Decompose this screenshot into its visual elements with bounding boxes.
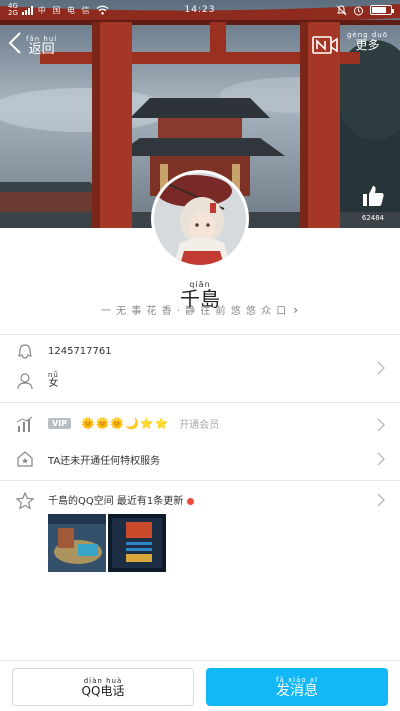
chevron-right-icon bbox=[377, 418, 385, 432]
divider bbox=[0, 334, 400, 335]
basic-info-row[interactable]: 1245717761 nǚ 女 bbox=[0, 338, 400, 400]
chevron-right-icon bbox=[377, 361, 385, 375]
person-icon bbox=[17, 373, 33, 390]
qq-penguin-icon bbox=[18, 344, 32, 359]
avatar[interactable] bbox=[151, 170, 249, 268]
gender: nǚ 女 bbox=[48, 372, 59, 389]
message-label: 发消息 bbox=[276, 682, 318, 699]
qq-number: 1245717761 bbox=[48, 346, 112, 357]
network-type-bottom: 2G bbox=[8, 9, 18, 17]
status-bar: 4G 2G 中 国 电 信 14:23 bbox=[0, 0, 400, 20]
media-card-icon bbox=[312, 36, 338, 54]
level-icons: 🌞🌞🌞🌙⭐⭐ bbox=[81, 417, 170, 430]
like-button[interactable]: 62484 bbox=[360, 184, 386, 222]
gender-text: 女 bbox=[48, 378, 59, 389]
network-indicator: 4G 2G bbox=[8, 3, 18, 17]
qzone-photo-thumbnail[interactable] bbox=[108, 514, 166, 572]
avatar-image bbox=[154, 173, 246, 265]
level-chart-icon bbox=[16, 416, 33, 432]
vip-info: VIP 🌞🌞🌞🌙⭐⭐ 开通会员 bbox=[48, 416, 219, 431]
top-navigation: fǎn huí 返回 gèng duō 更多 bbox=[0, 28, 400, 64]
privilege-row[interactable]: TA还未开通任何特权服务 bbox=[0, 444, 400, 474]
signature-text: 一 无 事 花 香 · 静 往 前 悠 悠 众 口 bbox=[100, 306, 288, 317]
divider bbox=[0, 480, 400, 481]
bottom-action-bar: diàn huà QQ电话 fā xiāo xī 发消息 bbox=[0, 660, 400, 711]
vip-level-row[interactable]: VIP 🌞🌞🌞🌙⭐⭐ 开通会员 bbox=[0, 410, 400, 440]
clock: 14:23 bbox=[184, 5, 216, 15]
like-count: 62484 bbox=[361, 214, 385, 222]
carrier-name: 中 国 电 信 bbox=[37, 5, 92, 15]
more-button[interactable]: gèng duō 更多 bbox=[347, 32, 388, 52]
signal-icon bbox=[21, 5, 33, 15]
battery-icon bbox=[370, 5, 394, 15]
vip-note: 开通会员 bbox=[179, 420, 220, 431]
privilege-text: TA还未开通任何特权服务 bbox=[48, 456, 161, 467]
back-label: 返回 bbox=[28, 42, 55, 57]
call-label: QQ电话 bbox=[81, 683, 125, 698]
star-icon bbox=[16, 492, 34, 510]
chevron-right-icon: › bbox=[293, 303, 300, 317]
qzone-title-text: 千島的QQ空间 最近有1条更新 bbox=[48, 496, 184, 507]
privilege-home-icon bbox=[17, 451, 33, 467]
game-screenshot-image bbox=[108, 514, 166, 572]
chevron-right-icon bbox=[377, 452, 385, 466]
media-toggle-button[interactable] bbox=[312, 34, 338, 60]
back-button[interactable]: fǎn huí 返回 bbox=[8, 30, 57, 56]
new-update-dot bbox=[187, 497, 195, 505]
chevron-left-icon bbox=[8, 32, 21, 54]
qzone-title: 千島的QQ空间 最近有1条更新 bbox=[48, 492, 195, 507]
chevron-right-icon bbox=[377, 493, 385, 507]
qzone-row[interactable]: 千島的QQ空间 最近有1条更新 bbox=[0, 488, 400, 578]
signature[interactable]: 一 无 事 花 香 · 静 往 前 悠 悠 众 口 › bbox=[60, 302, 340, 317]
wifi-icon bbox=[96, 5, 108, 15]
divider bbox=[0, 402, 400, 403]
more-label: 更多 bbox=[355, 38, 380, 52]
qq-call-button[interactable]: diàn huà QQ电话 bbox=[12, 668, 194, 706]
alarm-icon bbox=[354, 6, 363, 15]
battery-level bbox=[372, 7, 387, 13]
thumbs-up-icon bbox=[363, 186, 384, 206]
vip-badge: VIP bbox=[48, 418, 72, 429]
mute-bell-icon bbox=[336, 4, 347, 15]
qzone-photo-thumbnail[interactable] bbox=[48, 514, 106, 572]
game-screenshot-image bbox=[48, 514, 106, 572]
send-message-button[interactable]: fā xiāo xī 发消息 bbox=[206, 668, 388, 706]
